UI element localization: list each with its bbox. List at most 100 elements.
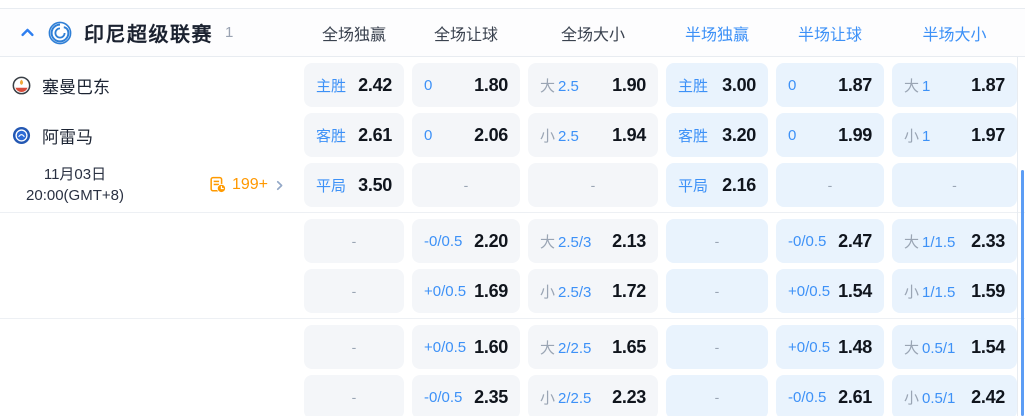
odds-value: 3.50 [358, 174, 392, 195]
odds-value: 1.97 [971, 124, 1005, 145]
odds-label: 平局 [678, 177, 709, 195]
match-time: 20:00(GMT+8) [26, 187, 124, 204]
odds-grid: 塞曼巴东 主胜 2.42 0 1.80 大 2.5 1.90 主胜 3.00 0 1.87 大 1 1.87… [0, 63, 1025, 416]
odds-cell-empty: - [528, 163, 658, 207]
match-count: 1 [225, 24, 234, 41]
odds-cell[interactable]: -0/0.5 2.20 [412, 219, 520, 263]
odds-label: 0 [424, 126, 433, 144]
odds-prefix: 小 [904, 127, 920, 145]
team-name: 阿雷马 [42, 127, 93, 147]
odds-label: -0/0.5 [788, 388, 827, 406]
odds-row: - +0/0.5 1.60 大 2/2.5 1.65- +0/0.5 1.48 大 0.5/1 1.… [0, 325, 1025, 369]
odds-cell[interactable]: 大 2.5/3 2.13 [528, 219, 658, 263]
scrollbar[interactable] [1021, 170, 1024, 416]
odds-cell[interactable]: 大 2.5 1.90 [528, 63, 658, 107]
column-header-2: 全场让球 [433, 26, 498, 44]
odds-cell[interactable]: 小 2.5/3 1.72 [528, 269, 658, 313]
odds-cell-empty: - [666, 269, 768, 313]
odds-cell[interactable]: +0/0.5 1.60 [412, 325, 520, 369]
odds-cell[interactable]: 大 0.5/1 1.54 [892, 325, 1017, 369]
column-header-3: 全场大小 [560, 26, 625, 44]
home-team: 塞曼巴东 [0, 63, 296, 107]
league-info: 印尼超级联赛 1 [0, 18, 296, 47]
odds-label: +0/0.5 [424, 282, 467, 300]
column-header-4: 半场独赢 [684, 26, 749, 44]
odds-cell[interactable]: 小 2.5 1.94 [528, 113, 658, 157]
left-spacer [0, 375, 296, 416]
odds-label: 客胜 [316, 127, 347, 145]
odds-cell[interactable]: 大 1/1.5 2.33 [892, 219, 1017, 263]
odds-cell[interactable]: 0 1.80 [412, 63, 520, 107]
odds-cell[interactable]: 客胜 3.20 [666, 113, 768, 157]
odds-label: -0/0.5 [788, 232, 827, 250]
odds-cell[interactable]: 主胜 2.42 [304, 63, 404, 107]
away-team: 阿雷马 [0, 113, 296, 157]
odds-cell[interactable]: 小 2/2.5 2.23 [528, 375, 658, 416]
odds-cell[interactable]: 小 1 1.97 [892, 113, 1017, 157]
odds-value: 2.61 [838, 386, 872, 407]
odds-label: 小 2.5 [540, 127, 579, 145]
odds-cell[interactable]: 大 2/2.5 1.65 [528, 325, 658, 369]
odds-prefix: 大 [540, 233, 556, 251]
odds-prefix: 小 [904, 283, 920, 301]
odds-cell[interactable]: 0 2.06 [412, 113, 520, 157]
away-team-logo-icon [12, 126, 31, 145]
odds-value: 3.20 [722, 124, 756, 145]
odds-value: 2.47 [838, 230, 872, 251]
odds-value: 1.80 [474, 74, 508, 95]
odds-cell-empty: - [304, 325, 404, 369]
match-datetime: 11月03日 20:00(GMT+8) [4, 164, 146, 206]
odds-prefix: 大 [904, 233, 920, 251]
column-header-1: 全场独赢 [321, 26, 386, 44]
odds-cell[interactable]: +0/0.5 1.54 [776, 269, 884, 313]
odds-value: 2.42 [358, 74, 392, 95]
odds-label: 主胜 [678, 77, 709, 95]
odds-label: 大1 [904, 77, 931, 95]
odds-value: 1.48 [838, 336, 872, 357]
odds-value: 3.00 [722, 74, 756, 95]
odds-cell[interactable]: 大 1 1.87 [892, 63, 1017, 107]
odds-cell[interactable]: +0/0.5 1.69 [412, 269, 520, 313]
left-spacer [0, 269, 296, 313]
odds-cell[interactable]: 小 0.5/1 2.42 [892, 375, 1017, 416]
chevron-right-icon [273, 179, 286, 192]
column-divider [1017, 56, 1018, 416]
odds-cell-empty: - [412, 163, 520, 207]
odds-cell[interactable]: 小 1/1.5 1.59 [892, 269, 1017, 313]
more-markets-button[interactable]: 199+ [209, 176, 286, 194]
odds-value: 2.16 [722, 174, 756, 195]
odds-value: 1.69 [474, 280, 508, 301]
odds-cell-empty: - [304, 375, 404, 416]
odds-label: 小 2.5/3 [540, 283, 592, 301]
odds-label: 小 0.5/1 [904, 389, 956, 407]
odds-value: 2.61 [358, 124, 392, 145]
odds-prefix: 小 [540, 127, 556, 145]
odds-label: 0 [788, 76, 797, 94]
odds-cell[interactable]: 0 1.99 [776, 113, 884, 157]
odds-label: +0/0.5 [788, 282, 831, 300]
odds-label: 大 2/2.5 [540, 339, 592, 357]
markets-count: 199+ [231, 176, 268, 193]
odds-label: 大 2.5/3 [540, 233, 592, 251]
odds-cell[interactable]: 主胜 3.00 [666, 63, 768, 107]
odds-value: 1.99 [838, 124, 872, 145]
match-meta: 11月03日 20:00(GMT+8) 199+ [0, 163, 296, 207]
odds-cell[interactable]: 0 1.87 [776, 63, 884, 107]
odds-label: 主胜 [316, 77, 347, 95]
odds-label: 客胜 [678, 127, 709, 145]
odds-cell-empty: - [776, 163, 884, 207]
odds-cell[interactable]: +0/0.5 1.48 [776, 325, 884, 369]
team-name: 塞曼巴东 [42, 77, 110, 97]
odds-cell[interactable]: -0/0.5 2.47 [776, 219, 884, 263]
odds-cell[interactable]: 平局 3.50 [304, 163, 404, 207]
odds-cell[interactable]: 客胜 2.61 [304, 113, 404, 157]
odds-value: 1.59 [971, 280, 1005, 301]
odds-cell[interactable]: -0/0.5 2.61 [776, 375, 884, 416]
odds-cell[interactable]: 平局 2.16 [666, 163, 768, 207]
chevron-up-icon[interactable] [19, 24, 36, 41]
odds-value: 2.23 [612, 386, 646, 407]
odds-cell-empty: - [666, 219, 768, 263]
home-team-logo-icon [12, 76, 31, 95]
odds-cell[interactable]: -0/0.5 2.35 [412, 375, 520, 416]
odds-label: +0/0.5 [788, 338, 831, 356]
